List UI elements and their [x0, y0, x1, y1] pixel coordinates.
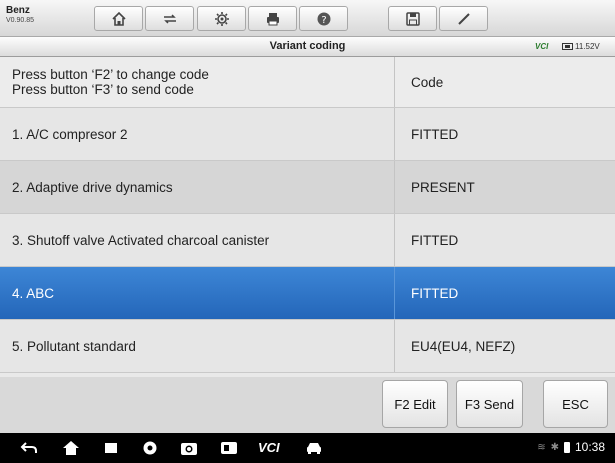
annotate-button[interactable] — [439, 6, 488, 31]
car-icon — [307, 443, 321, 454]
battery-icon — [563, 441, 570, 453]
help-button[interactable]: ? — [299, 6, 348, 31]
gear-icon — [214, 11, 229, 26]
instruction-line: Press button ‘F3’ to send code — [12, 82, 194, 97]
system-nav-bar: VCI ≋ ✱ 10:38 — [0, 433, 615, 463]
save-icon — [405, 11, 420, 26]
title-bar: Variant coding VCI 11.52V — [0, 37, 615, 57]
brand-version: V0.90.85 — [6, 17, 35, 24]
table-header-row: Press button ‘F2’ to change code Press b… — [0, 57, 615, 108]
recent-apps-icon — [105, 443, 117, 453]
browser-button[interactable] — [141, 440, 159, 456]
vehicle-button[interactable] — [305, 440, 323, 456]
status-area: ≋ ✱ 10:38 — [537, 440, 605, 454]
vehicle-swap-button[interactable] — [145, 6, 194, 31]
battery-voltage: 11.52V — [562, 42, 600, 51]
wifi-icon: ≋ — [537, 441, 546, 453]
row-label: 2. Adaptive drive dynamics — [0, 161, 395, 213]
instructions-cell: Press button ‘F2’ to change code Press b… — [0, 57, 395, 107]
home-icon — [111, 11, 126, 26]
help-icon: ? — [317, 12, 330, 26]
browser-icon — [143, 441, 157, 455]
instruction-line: Press button ‘F2’ to change code — [12, 67, 209, 82]
pen-icon — [457, 12, 470, 25]
f2-edit-button[interactable]: F2 Edit — [382, 380, 448, 428]
printer-icon — [266, 12, 279, 25]
row-value: FITTED — [411, 285, 459, 301]
row-value: FITTED — [411, 126, 459, 142]
home-icon — [63, 441, 79, 455]
settings-button[interactable] — [197, 6, 246, 31]
recent-apps-button[interactable] — [102, 440, 120, 456]
svg-text:?: ? — [321, 15, 326, 26]
table-row[interactable]: 5. Pollutant standard EU4(EU4, NEFZ) — [0, 320, 615, 373]
home-button[interactable] — [94, 6, 143, 31]
save-button[interactable] — [388, 6, 437, 31]
row-label: 5. Pollutant standard — [0, 320, 395, 372]
row-value: FITTED — [411, 232, 459, 248]
clock: 10:38 — [574, 440, 605, 454]
camera-button[interactable] — [180, 440, 198, 456]
brand-block: Benz V0.90.85 — [6, 5, 66, 26]
vci-nav-label[interactable]: VCI — [258, 440, 280, 455]
row-label: 3. Shutoff valve Activated charcoal cani… — [0, 214, 395, 266]
table-row[interactable]: 3. Shutoff valve Activated charcoal cani… — [0, 214, 615, 267]
nav-home-button[interactable] — [62, 440, 80, 456]
vci-status-label: VCI — [535, 42, 549, 51]
esc-button[interactable]: ESC — [543, 380, 608, 428]
back-button[interactable] — [20, 440, 38, 456]
page-title: Variant coding — [269, 40, 346, 52]
variant-coding-table: Press button ‘F2’ to change code Press b… — [0, 57, 615, 373]
row-value: PRESENT — [411, 179, 475, 195]
f3-send-button[interactable]: F3 Send — [456, 380, 523, 428]
table-row[interactable]: 2. Adaptive drive dynamics PRESENT — [0, 161, 615, 214]
row-label: 4. ABC — [0, 267, 395, 319]
battery-icon — [562, 43, 573, 50]
table-row[interactable]: 1. A/C compresor 2 FITTED — [0, 108, 615, 161]
action-bar: F2 Edit F3 Send ESC — [0, 377, 615, 433]
display-icon — [221, 442, 237, 454]
back-icon — [20, 442, 37, 453]
camera-icon — [181, 443, 197, 455]
code-column-header: Code — [411, 74, 444, 90]
screen: Benz V0.90.85 ? Variant coding VCI 11.52… — [0, 0, 615, 463]
top-toolbar: Benz V0.90.85 ? — [0, 0, 615, 37]
brand-name: Benz — [6, 5, 30, 16]
display-button[interactable] — [220, 440, 238, 456]
row-value: EU4(EU4, NEFZ) — [411, 338, 516, 354]
row-label: 1. A/C compresor 2 — [0, 108, 395, 160]
print-button[interactable] — [248, 6, 297, 31]
table-row-selected[interactable]: 4. ABC FITTED — [0, 267, 615, 320]
battery-voltage-value: 11.52V — [575, 42, 600, 51]
vehicle-swap-icon — [163, 13, 176, 24]
bluetooth-icon: ✱ — [550, 441, 559, 453]
